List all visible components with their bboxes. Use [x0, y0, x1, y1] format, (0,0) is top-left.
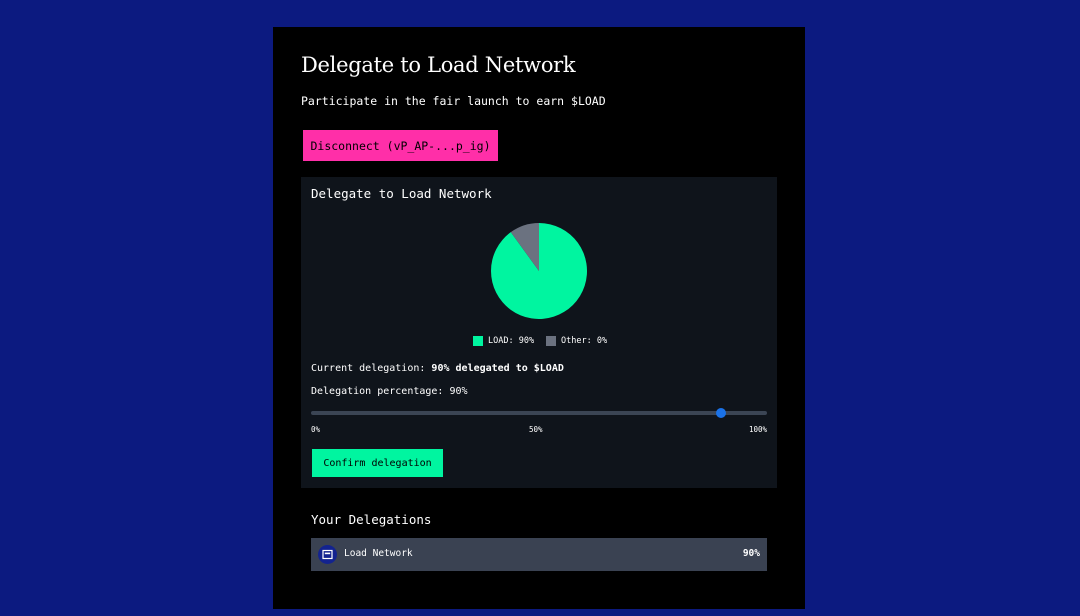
card-title: Delegate to Load Network	[311, 186, 492, 201]
page-subtitle: Participate in the fair launch to earn $…	[301, 94, 606, 108]
delegation-network-name: Load Network	[344, 548, 413, 559]
slider-tick-50: 50%	[529, 425, 543, 434]
legend-label-other: Other: 0%	[561, 336, 608, 346]
delegation-card: Delegate to Load Network LOAD: 90% Other…	[301, 177, 777, 488]
current-delegation: Current delegation: 90% delegated to $LO…	[311, 363, 564, 374]
delegation-row: Load Network 90%	[311, 538, 767, 571]
slider-tick-0: 0%	[311, 425, 321, 434]
slider-thumb[interactable]	[716, 408, 727, 418]
legend-item-load: LOAD: 90%	[473, 336, 534, 346]
page-title: Delegate to Load Network	[301, 53, 576, 77]
legend-item-other: Other: 0%	[546, 336, 607, 346]
legend-swatch-load	[473, 336, 483, 346]
chart-legend: LOAD: 90% Other: 0%	[301, 336, 777, 348]
legend-swatch-other	[546, 336, 556, 346]
delegation-slider[interactable]	[311, 408, 767, 418]
delegation-pie-chart	[491, 223, 587, 319]
current-delegation-value: 90% delegated to $LOAD	[431, 363, 564, 374]
delegation-network-percent: 90%	[742, 548, 760, 559]
slider-tick-100: 100%	[748, 425, 767, 434]
delegation-panel: Delegate to Load Network Participate in …	[273, 27, 805, 609]
legend-label-load: LOAD: 90%	[488, 336, 535, 346]
disconnect-wallet-button[interactable]: Disconnect (vP_AP-...p_ig)	[303, 130, 498, 161]
your-delegations-title: Your Delegations	[311, 512, 432, 527]
current-delegation-prefix: Current delegation:	[311, 363, 432, 374]
network-icon	[318, 545, 337, 564]
delegation-percentage-label: Delegation percentage: 90%	[311, 386, 468, 397]
confirm-delegation-button[interactable]: Confirm delegation	[312, 449, 443, 477]
